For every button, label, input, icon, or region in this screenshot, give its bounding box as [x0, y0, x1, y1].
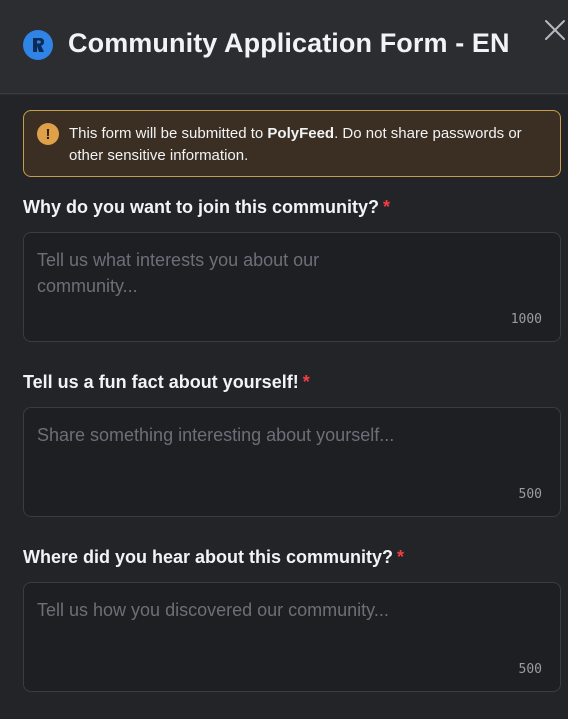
notice-text: This form will be submitted to PolyFeed.… [69, 123, 549, 167]
warning-notice: ! This form will be submitted to PolyFee… [23, 110, 561, 177]
modal-body: ! This form will be submitted to PolyFee… [0, 95, 568, 719]
field-label-text: Tell us a fun fact about yourself! [23, 372, 299, 392]
notice-app-name: PolyFeed [267, 125, 335, 142]
required-marker: * [302, 372, 310, 392]
join-reason-textarea[interactable]: Tell us what interests you about our com… [23, 232, 561, 342]
field-label-fun-fact: Tell us a fun fact about yourself! * [23, 372, 310, 393]
required-marker: * [397, 547, 405, 567]
modal-header: Community Application Form - EN [0, 0, 568, 94]
textarea-placeholder: Share something interesting about yourse… [37, 425, 395, 445]
character-counter: 500 [518, 662, 542, 677]
server-avatar-icon [23, 30, 53, 60]
close-icon[interactable] [543, 18, 567, 42]
textarea-placeholder: Tell us what interests you about our com… [37, 250, 320, 296]
referral-source-textarea[interactable]: Tell us how you discovered our community… [23, 582, 561, 692]
character-counter: 500 [518, 487, 542, 502]
exclamation-icon: ! [37, 123, 59, 145]
notice-text-before: This form will be submitted to [69, 125, 268, 142]
field-label-referral-source: Where did you hear about this community?… [23, 547, 404, 568]
field-label-join-reason: Why do you want to join this community? * [23, 197, 390, 218]
modal-title: Community Application Form - EN [68, 28, 510, 58]
field-label-text: Where did you hear about this community? [23, 547, 394, 567]
required-marker: * [382, 197, 390, 217]
fun-fact-textarea[interactable]: Share something interesting about yourse… [23, 407, 561, 517]
field-label-text: Why do you want to join this community? [23, 197, 379, 217]
character-counter: 1000 [510, 312, 542, 327]
application-modal: Community Application Form - EN ! This f… [0, 0, 568, 719]
textarea-placeholder: Tell us how you discovered our community… [37, 600, 389, 620]
